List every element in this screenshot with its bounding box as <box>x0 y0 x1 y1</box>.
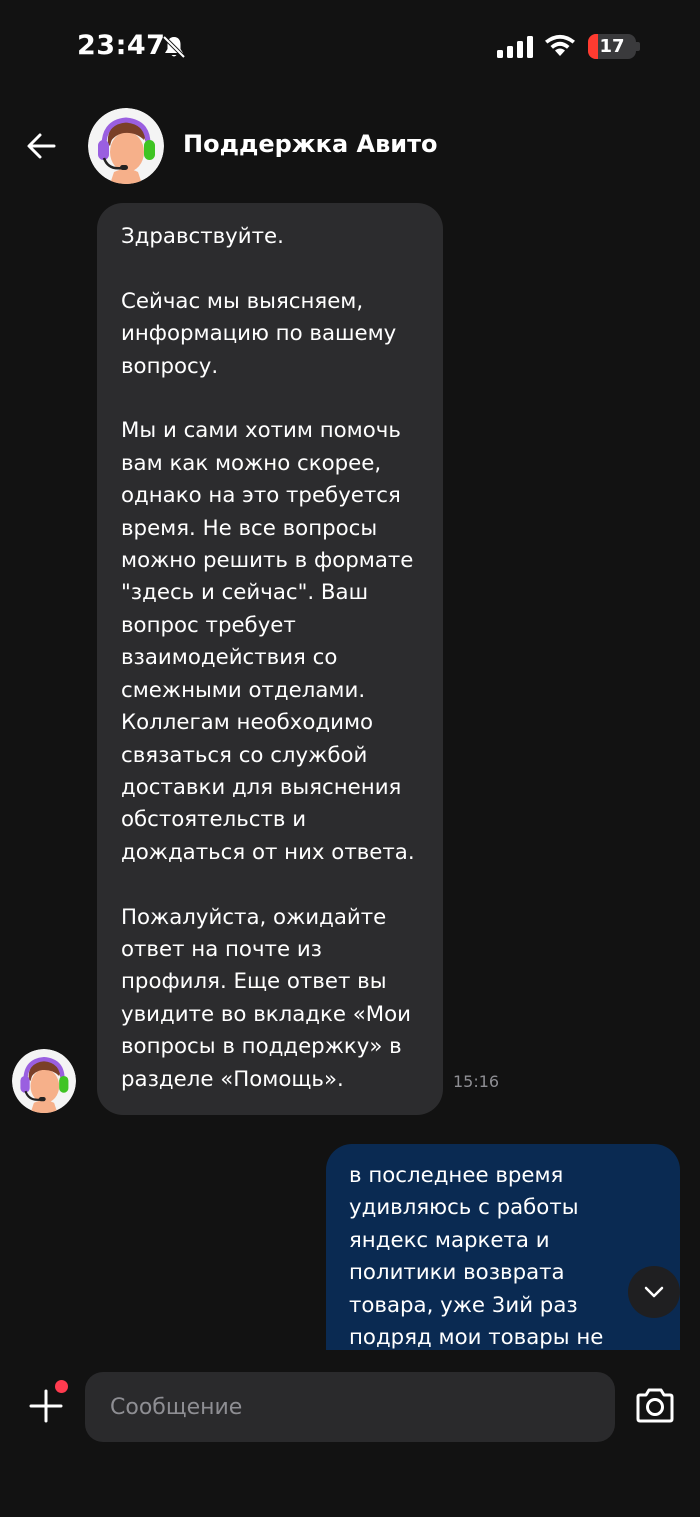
support-avatar[interactable] <box>88 108 164 184</box>
status-time: 23:47 <box>77 30 166 61</box>
chevron-down-icon <box>644 1286 664 1298</box>
scroll-to-bottom-button[interactable] <box>628 1266 680 1318</box>
back-arrow-icon[interactable] <box>24 128 60 164</box>
incoming-message-bubble[interactable]: Здравствуйте. Сейчас мы выясняем, информ… <box>97 203 443 1115</box>
message-input[interactable] <box>85 1372 615 1442</box>
sender-avatar[interactable] <box>12 1049 76 1113</box>
chat-title[interactable]: Поддержка Авито <box>183 130 438 158</box>
notification-dot <box>55 1380 68 1393</box>
message-text: Здравствуйте. Сейчас мы выясняем, информ… <box>121 224 415 1092</box>
wifi-icon <box>545 34 575 56</box>
support-agent-icon <box>88 108 164 184</box>
status-bar: 23:47 17 <box>0 0 700 96</box>
signal-icon <box>497 36 533 58</box>
support-agent-icon <box>12 1049 76 1113</box>
bell-off-icon <box>162 35 186 59</box>
battery-indicator: 17 <box>588 34 636 59</box>
camera-icon[interactable] <box>634 1388 676 1424</box>
battery-level: 17 <box>599 36 625 57</box>
message-text: в последнее время удивляюсь с работы янд… <box>349 1163 604 1351</box>
message-timestamp: 15:16 <box>453 1072 500 1091</box>
chat-screen: 23:47 17 Поддержка Авито Здравствуйте. С… <box>0 0 700 1517</box>
